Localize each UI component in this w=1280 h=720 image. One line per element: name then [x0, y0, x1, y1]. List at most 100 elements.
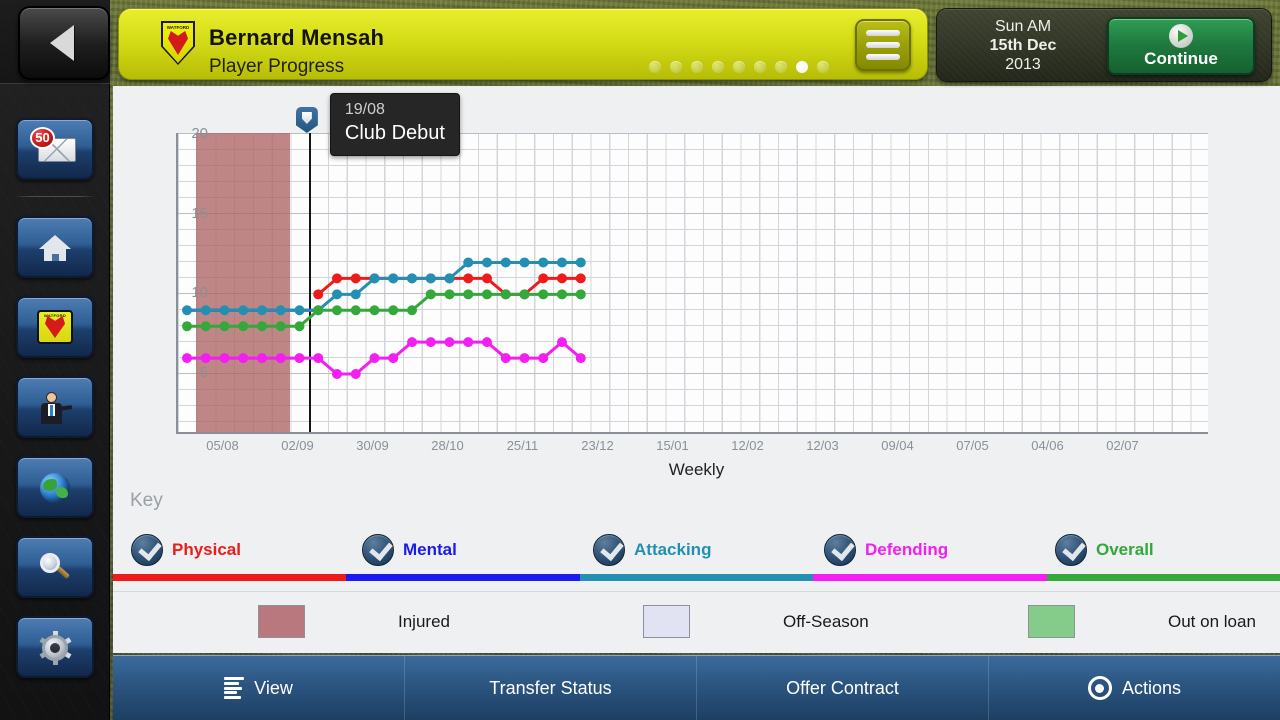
back-arrow-icon: [49, 25, 74, 61]
chart-series-lines: [182, 257, 586, 379]
legend-item-label: Defending: [865, 540, 949, 559]
progress-chart: 5 10 15 20 05/08 02/09 30/09 28/10 25/11 23/12 15…: [113, 86, 1280, 481]
continue-button-label: Continue: [1144, 48, 1218, 68]
menu-button[interactable]: [855, 19, 911, 71]
status-key: Injured Off-Season Out on loan: [113, 591, 1280, 651]
key-title: Key: [130, 490, 163, 511]
x-tick-15-01: 15/01: [656, 438, 689, 453]
status-label: Injured: [398, 611, 450, 631]
tooltip-label: Club Debut: [344, 122, 445, 144]
app-root: 50 WATFORD WATFORD Bernard Mensah Player…: [0, 0, 1280, 720]
date-panel: Sun AM 15th Dec 2013 Continue: [936, 8, 1272, 82]
sidebar-item-search[interactable]: [16, 536, 94, 598]
title-bar: WATFORD Bernard Mensah Player Progress: [118, 8, 928, 80]
sidebar-item-club[interactable]: WATFORD: [16, 296, 94, 358]
page-dot-7[interactable]: [775, 61, 787, 73]
x-tick-12-03: 12/03: [806, 438, 839, 453]
page-dot-8[interactable]: [796, 61, 808, 73]
toolbar-actions-button[interactable]: Actions: [989, 656, 1280, 720]
y-tick-20: 20: [191, 125, 208, 142]
left-sidebar: 50 WATFORD: [0, 0, 110, 720]
toolbar-button-label: View: [254, 677, 293, 698]
manager-icon: [32, 387, 78, 427]
inbox-icon: 50: [30, 127, 78, 169]
checkmark-icon[interactable]: [593, 534, 625, 566]
legend-bar-mental: [346, 574, 580, 581]
legend-item-physical[interactable]: Physical: [131, 534, 241, 566]
inbox-badge-count: 50: [30, 127, 55, 149]
sidebar-item-inbox[interactable]: 50: [16, 118, 94, 180]
x-tick-09-04: 09/04: [881, 438, 914, 453]
status-label: Off-Season: [783, 611, 869, 631]
status-item-injured: Injured: [258, 605, 450, 638]
page-dots[interactable]: [649, 61, 829, 73]
date-year: 2013: [1005, 56, 1041, 73]
page-title: Bernard Mensah: [209, 25, 385, 50]
checkmark-icon[interactable]: [362, 534, 394, 566]
search-icon: [32, 547, 78, 587]
page-dot-5[interactable]: [733, 61, 745, 73]
x-tick-07-05: 07/05: [956, 438, 989, 453]
back-button[interactable]: [18, 6, 110, 80]
legend-item-overall[interactable]: Overall: [1055, 534, 1154, 566]
page-dot-6[interactable]: [754, 61, 766, 73]
toolbar-offer-contract-button[interactable]: Offer Contract: [697, 656, 989, 720]
bottom-toolbar: View Transfer Status Offer Contract Actions: [113, 655, 1280, 720]
main-panel: 5 10 15 20 05/08 02/09 30/09 28/10 25/11 23/12 15…: [113, 86, 1280, 653]
status-swatch: [258, 605, 305, 638]
y-tick-10: 10: [191, 284, 208, 302]
status-swatch: [643, 605, 690, 638]
legend-color-bar: [113, 574, 1280, 581]
toolbar-view-button[interactable]: View: [113, 656, 405, 720]
legend-item-label: Attacking: [634, 540, 712, 559]
legend-bar-defending: [813, 574, 1047, 581]
checkmark-icon[interactable]: [824, 534, 856, 566]
toolbar-transfer-status-button[interactable]: Transfer Status: [405, 656, 697, 720]
status-item-out-on-loan: Out on loan: [1028, 605, 1256, 638]
checkmark-icon[interactable]: [1055, 534, 1087, 566]
club-debut-marker-icon[interactable]: [295, 107, 318, 137]
club-crest-header-icon: WATFORD: [161, 21, 195, 67]
page-dot-4[interactable]: [712, 61, 724, 73]
x-tick-05-08: 05/08: [206, 438, 239, 453]
chart-legend: Physical Mental Attacking Defending Overall: [113, 534, 1280, 579]
chart-plot-area[interactable]: [176, 133, 1208, 434]
legend-bar-attacking: [579, 574, 814, 581]
sidebar-item-world[interactable]: [16, 456, 94, 518]
x-tick-02-07: 02/07: [1106, 438, 1139, 453]
sidebar-item-settings[interactable]: [16, 616, 94, 678]
list-lines-icon: [224, 677, 245, 699]
legend-item-label: Mental: [403, 540, 457, 559]
x-tick-02-09: 02/09: [281, 438, 314, 453]
x-tick-23-12: 23/12: [581, 438, 614, 453]
y-tick-15: 15: [191, 204, 208, 222]
continue-button[interactable]: Continue: [1107, 17, 1255, 75]
toolbar-button-label: Actions: [1121, 677, 1182, 698]
sidebar-item-home[interactable]: [16, 216, 94, 278]
settings-gear-icon: [32, 627, 78, 667]
status-label: Out on loan: [1168, 611, 1256, 631]
legend-item-mental[interactable]: Mental: [362, 534, 457, 566]
x-tick-12-02: 12/02: [731, 438, 764, 453]
target-icon: [1087, 676, 1112, 700]
y-tick-5: 5: [199, 364, 208, 381]
status-swatch: [1028, 605, 1075, 638]
sidebar-item-manager[interactable]: [16, 376, 94, 438]
legend-item-defending[interactable]: Defending: [824, 534, 948, 566]
page-dot-2[interactable]: [670, 61, 682, 73]
club-debut-tooltip: 19/08 Club Debut: [329, 93, 460, 156]
legend-item-attacking[interactable]: Attacking: [593, 534, 711, 566]
checkmark-icon[interactable]: [131, 534, 163, 566]
chart-x-axis-title: Weekly: [668, 460, 725, 479]
x-tick-25-11: 25/11: [506, 438, 539, 453]
page-dot-1[interactable]: [649, 61, 661, 73]
page-dot-3[interactable]: [691, 61, 703, 73]
club-crest-icon: WATFORD: [32, 307, 78, 347]
page-subtitle: Player Progress: [209, 56, 345, 77]
page-dot-9[interactable]: [817, 61, 829, 73]
toolbar-button-label: Offer Contract: [786, 677, 899, 698]
legend-bar-physical: [113, 574, 347, 581]
status-item-off-season: Off-Season: [643, 605, 869, 638]
legend-item-label: Physical: [172, 540, 241, 559]
tooltip-date: 19/08: [344, 101, 385, 118]
